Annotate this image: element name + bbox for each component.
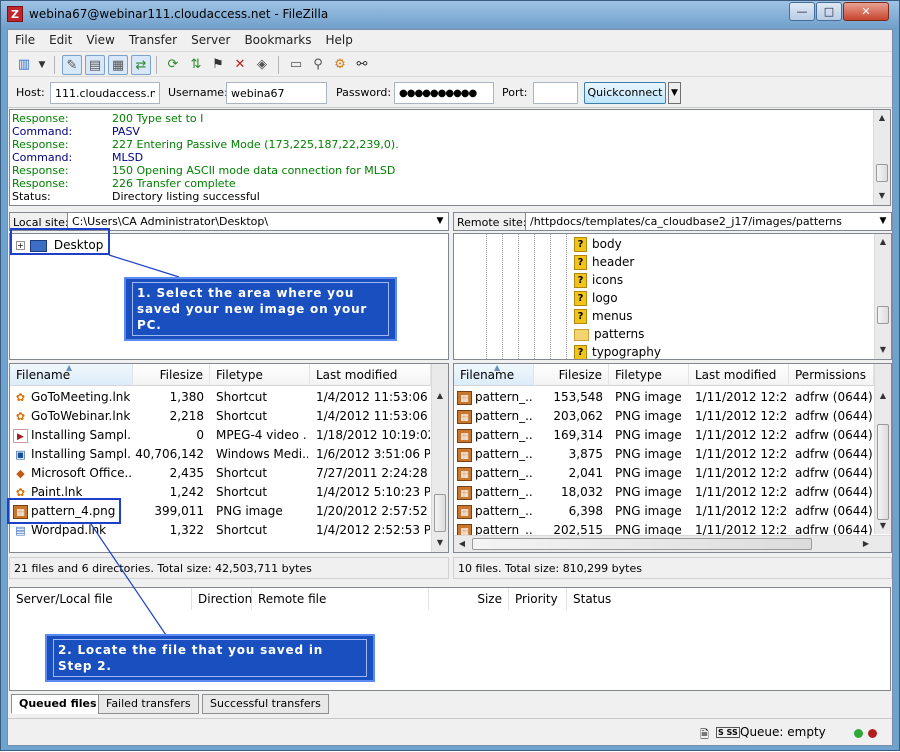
callout-1-pointer-line xyxy=(108,254,180,278)
filezilla-window: Z webina67@webinar111.cloudaccess.net - … xyxy=(0,0,900,751)
callout-2-pointer-line xyxy=(90,523,167,636)
callout-step-1-line-1: 1. Select the area where you xyxy=(137,286,355,300)
callout-step-1-line-2: saved your new image on your PC. xyxy=(137,302,368,332)
callout-step-2: 2. Locate the file that you saved in Ste… xyxy=(45,634,375,682)
callout-step-1: 1. Select the area where you saved your … xyxy=(124,277,397,341)
callout-step-2-text: 2. Locate the file that you saved in Ste… xyxy=(53,639,367,677)
